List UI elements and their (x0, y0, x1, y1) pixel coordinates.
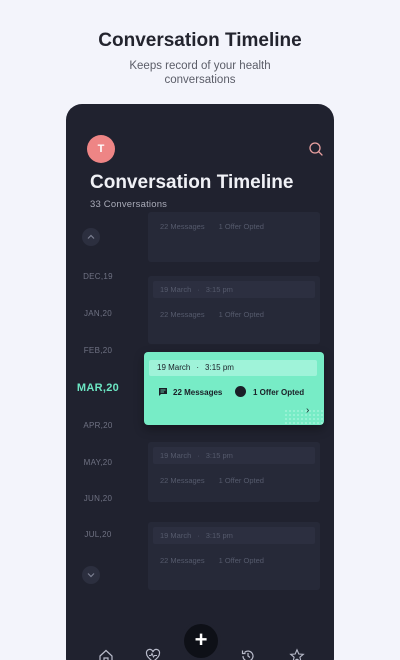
card-offers: 1 Offer Opted (218, 556, 264, 565)
card-offers: 1 Offer Opted (253, 388, 305, 397)
card-meta: 22 Messages 1 Offer Opted (160, 476, 264, 485)
card-date: 19 March (160, 451, 192, 460)
card-messages: 22 Messages (160, 556, 205, 565)
heart-icon[interactable] (145, 648, 161, 660)
month-item[interactable]: APR,20 (66, 421, 130, 430)
month-item[interactable]: JUN,20 (66, 494, 130, 503)
page-title: Conversation Timeline (90, 172, 294, 193)
month-item-active[interactable]: MAR,20 (66, 382, 130, 394)
conversation-card[interactable]: 19 March · 3:15 pm 22 Messages 1 Offer Opte… (148, 442, 320, 502)
avatar[interactable]: T (87, 135, 115, 163)
conversation-card[interactable]: 19 March · 3:15 pm 22 Messages 1 Offer Opte… (148, 522, 320, 590)
offer-icon (235, 386, 246, 397)
card-time: 3:15 pm (205, 285, 233, 294)
card-date: 19 March (160, 285, 192, 294)
card-messages: 22 Messages (160, 476, 205, 485)
month-item[interactable]: FEB,20 (66, 346, 130, 355)
search-icon[interactable] (307, 140, 325, 158)
conversation-card[interactable]: 22 Messages 1 Offer Opted (148, 212, 320, 262)
scroll-up-button[interactable] (82, 228, 100, 246)
phone-screen: T Conversation Timeline 33 Conversations… (66, 104, 334, 660)
dot-pattern (284, 409, 324, 425)
card-meta: 22 Messages 1 Offer Opted (160, 222, 264, 231)
card-header: 19 March · 3:15 pm (149, 360, 317, 376)
card-time: 3:15 pm (205, 451, 233, 460)
message-icon (159, 388, 167, 396)
star-icon[interactable] (289, 648, 305, 660)
month-item[interactable]: DEC,19 (66, 272, 130, 281)
card-meta: 22 Messages 1 Offer Opted (160, 310, 264, 319)
card-time: 3:15 pm (205, 531, 233, 540)
card-date: 19 March (160, 531, 192, 540)
plus-icon: + (194, 627, 208, 652)
conversation-card-active[interactable]: 19 March · 3:15 pm 22 Messages 1 Offer Opt… (144, 352, 324, 425)
card-meta: 22 Messages 1 Offer Opted (160, 556, 264, 565)
card-header: 19 March · 3:15 pm (153, 281, 315, 298)
card-messages: 22 Messages (173, 388, 223, 397)
promo-subtitle: Keeps record of your health conversation… (129, 60, 271, 86)
card-offers: 1 Offer Opted (218, 476, 264, 485)
add-conversation-button[interactable]: + (184, 624, 218, 658)
home-icon[interactable] (98, 648, 114, 660)
card-header: 19 March · 3:15 pm (153, 447, 315, 464)
card-time: 3:15 pm (205, 363, 234, 372)
month-item[interactable]: JAN,20 (66, 309, 130, 318)
conversation-card[interactable]: 19 March · 3:15 pm 22 Messages 1 Offer Opte… (148, 276, 320, 344)
card-offers: 1 Offer Opted (218, 222, 264, 231)
month-item[interactable]: MAY,20 (66, 458, 130, 467)
scroll-down-button[interactable] (82, 566, 100, 584)
card-messages: 22 Messages (160, 310, 205, 319)
card-offers: 1 Offer Opted (218, 310, 264, 319)
history-icon[interactable] (240, 648, 256, 660)
promo-title: Conversation Timeline (98, 30, 302, 51)
card-header: 19 March · 3:15 pm (153, 527, 315, 544)
card-messages: 22 Messages (160, 222, 205, 231)
conversation-count: 33 Conversations (90, 199, 168, 210)
card-date: 19 March (157, 363, 191, 372)
month-item[interactable]: JUL,20 (66, 530, 130, 539)
